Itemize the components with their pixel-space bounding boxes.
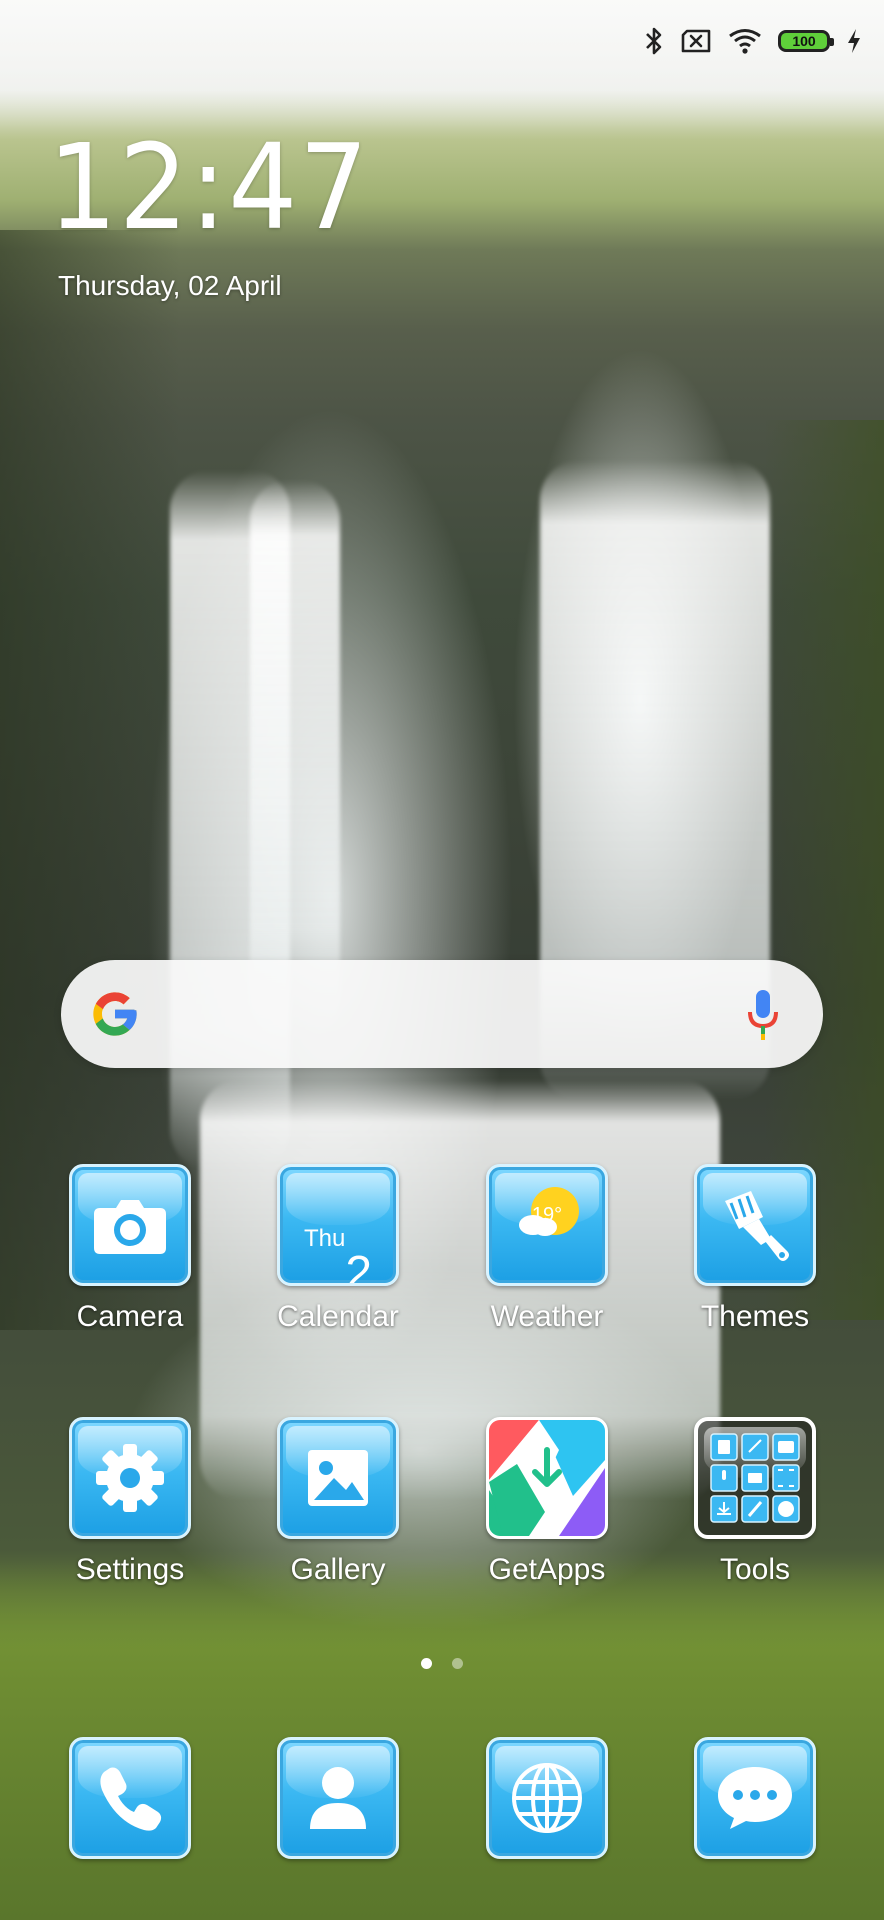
bluetooth-icon [644,26,664,56]
gear-icon [69,1417,191,1539]
page-dot-active[interactable] [421,1658,432,1669]
app-label: Tools [719,1553,791,1586]
no-sim-icon [680,29,712,53]
clock-time[interactable]: 12:47 [48,128,370,246]
weather-icon: 19° [486,1164,608,1286]
wallpaper-mist [0,0,884,130]
calendar-date: 2 [345,1246,373,1286]
tools-folder-icon [694,1417,816,1539]
dock-phone[interactable] [40,1737,220,1859]
app-label: Gallery [290,1553,386,1586]
app-camera[interactable]: Camera [40,1164,220,1334]
contacts-icon [277,1737,399,1859]
wifi-icon [728,28,762,54]
getapps-icon [486,1417,608,1539]
battery-icon: 100 [778,30,834,52]
calendar-icon: Thu 2 [277,1164,399,1286]
camera-icon [69,1164,191,1286]
app-tools-folder[interactable]: Tools [665,1417,845,1587]
google-g-icon [89,988,141,1040]
calendar-day: Thu [303,1225,346,1252]
brush-icon [694,1164,816,1286]
app-label: Calendar [277,1300,399,1333]
page-indicator [0,1658,884,1669]
battery-level: 100 [792,33,816,49]
wallpaper-waterfall [250,480,340,1040]
app-label: Weather [490,1300,604,1333]
app-themes[interactable]: Themes [665,1164,845,1334]
dock-contacts[interactable] [248,1737,428,1859]
google-search-bar[interactable] [61,960,823,1068]
messages-icon [694,1737,816,1859]
dock-messages[interactable] [665,1737,845,1859]
app-label: Settings [75,1553,185,1586]
clock-date[interactable]: Thursday, 02 April [58,270,282,302]
app-label: Themes [700,1300,810,1333]
dock-browser[interactable] [457,1737,637,1859]
app-label: GetApps [488,1553,606,1586]
home-screen: 100 12:47 Thursday, 02 April Camera Thu … [0,0,884,1920]
phone-icon [69,1737,191,1859]
app-getapps[interactable]: GetApps [457,1417,637,1587]
app-settings[interactable]: Settings [40,1417,220,1587]
charging-icon [846,28,862,54]
page-dot[interactable] [452,1658,463,1669]
weather-temp: 19° [531,1203,563,1226]
app-label: Camera [76,1300,184,1333]
app-weather[interactable]: 19° Weather [457,1164,637,1334]
app-gallery[interactable]: Gallery [248,1417,428,1587]
mic-icon[interactable] [745,988,781,1042]
status-bar: 100 [644,24,862,58]
image-icon [277,1417,399,1539]
browser-icon [486,1737,608,1859]
app-calendar[interactable]: Thu 2 Calendar [248,1164,428,1334]
